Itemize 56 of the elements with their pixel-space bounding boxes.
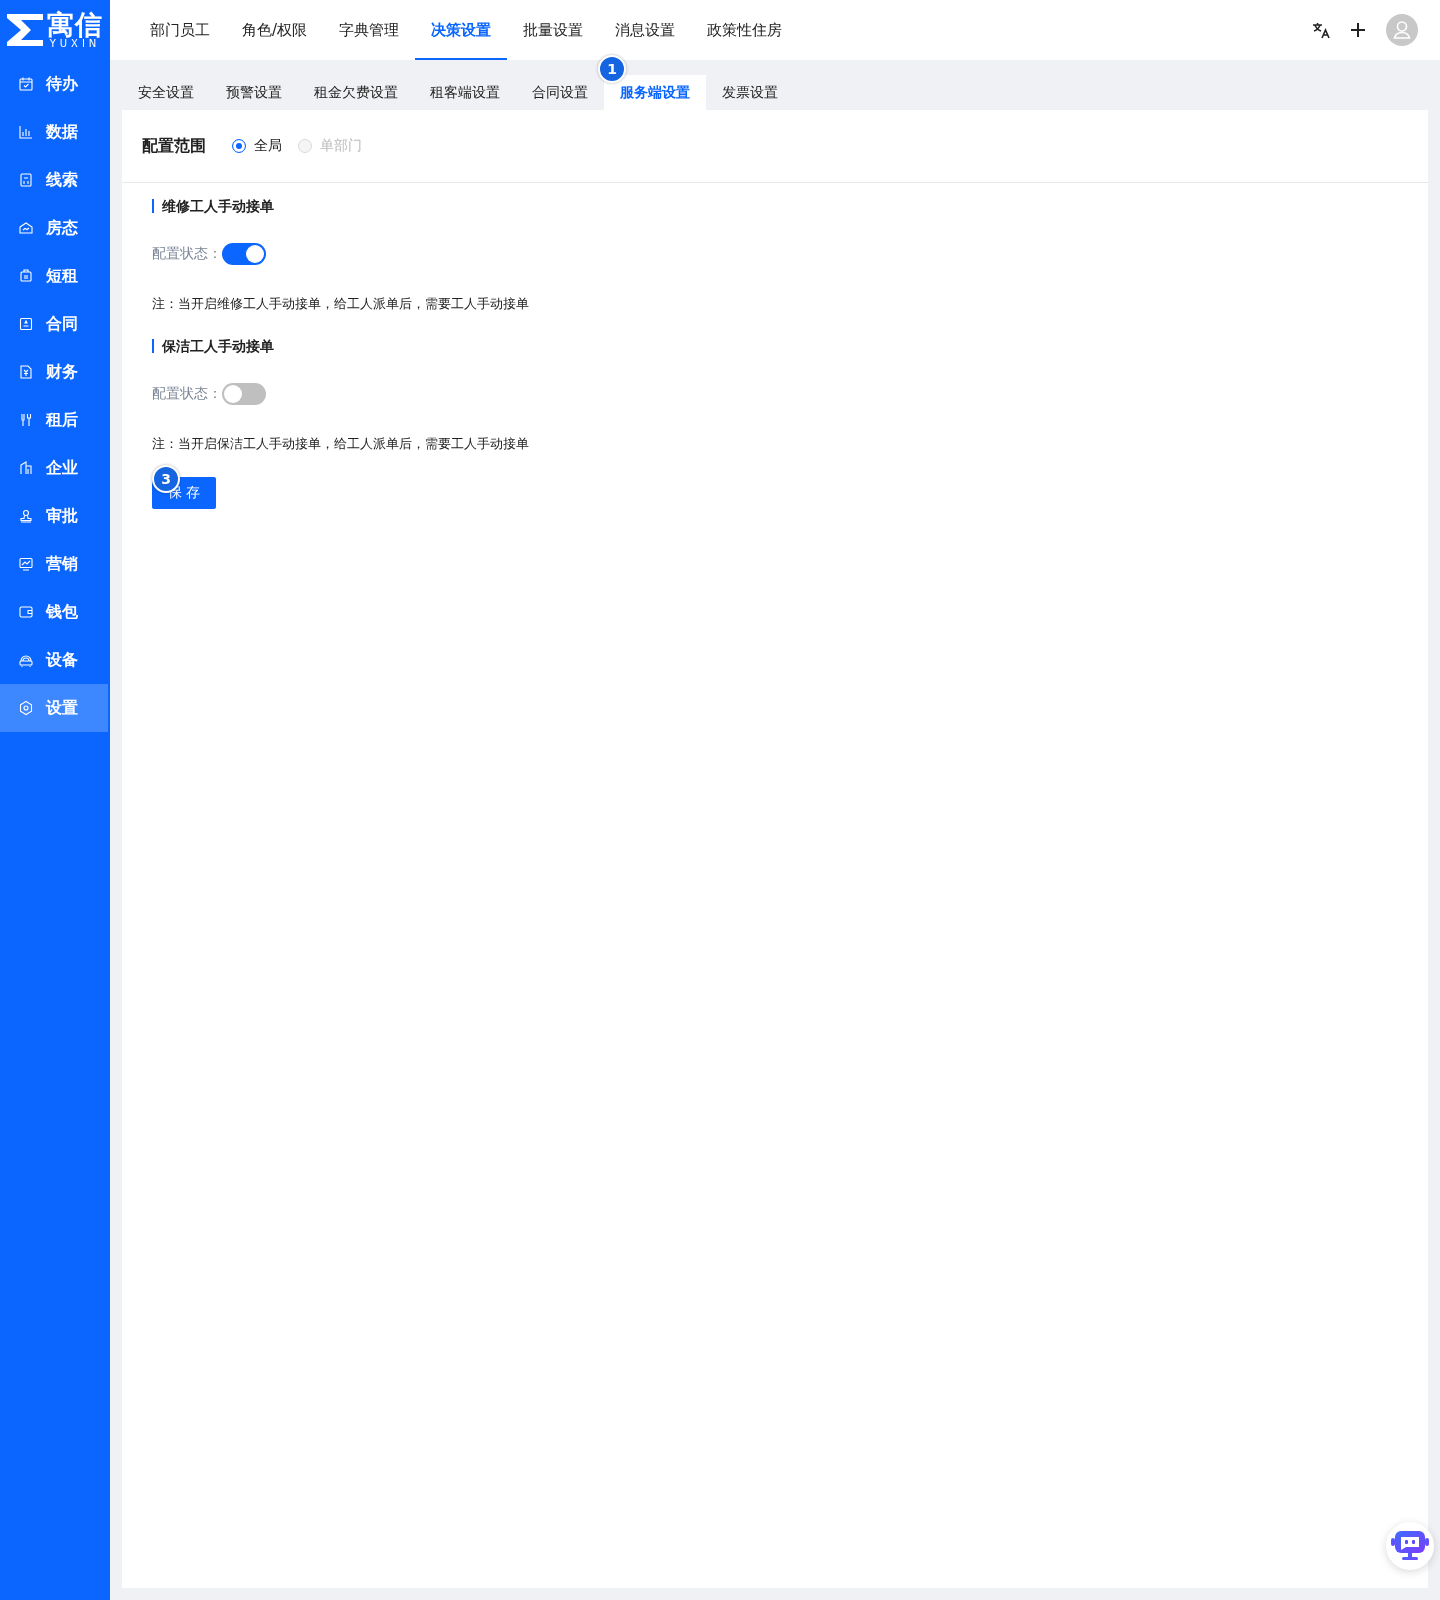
menu-item-icon <box>18 700 34 716</box>
menu-item-icon <box>18 604 34 620</box>
sidebar-item[interactable]: 租后 <box>0 396 110 444</box>
sidebar-item[interactable]: 待办 <box>0 60 110 108</box>
settings-tab[interactable]: 服务端设置 <box>604 75 706 110</box>
sidebar-item[interactable]: 财务 <box>0 348 110 396</box>
menu-item-icon <box>18 124 34 140</box>
logo-icon <box>7 12 43 48</box>
settings-tab[interactable]: 预警设置 <box>210 75 298 110</box>
note-text: 注：当开启维修工人手动接单，给工人派单后，需要工人手动接单 <box>152 295 530 313</box>
menu-item-icon <box>18 556 34 572</box>
settings-tab[interactable]: 租客端设置 <box>414 75 516 110</box>
menu-item-icon <box>18 220 34 236</box>
menu-item-icon <box>18 508 34 524</box>
menu-item-icon <box>18 268 34 284</box>
sidebar-item[interactable]: 短租 <box>0 252 110 300</box>
menu-item-icon <box>18 172 34 188</box>
nav-tab[interactable]: 部门员工 <box>134 2 226 60</box>
sidebar-item[interactable]: 设置 <box>0 684 108 732</box>
settings-tab[interactable]: 租金欠费设置 <box>298 75 414 110</box>
sidebar-item[interactable]: 钱包 <box>0 588 110 636</box>
menu-item-icon <box>18 364 34 380</box>
nav-tab[interactable]: 决策设置 <box>415 2 508 60</box>
sidebar-item[interactable]: 企业 <box>0 444 110 492</box>
note-text: 注：当开启保洁工人手动接单，给工人派单后，需要工人手动接单 <box>152 435 530 453</box>
menu-item-icon <box>18 76 34 92</box>
section-title: 维修工人手动接单 <box>152 199 1398 213</box>
settings-tab[interactable]: 发票设置 <box>706 75 794 110</box>
status-label: 配置状态： <box>152 245 222 263</box>
status-label: 配置状态： <box>152 385 222 403</box>
menu-item-icon <box>18 652 34 668</box>
nav-tab[interactable]: 角色/权限 <box>226 2 324 60</box>
sidebar-item[interactable]: 设备 <box>0 636 110 684</box>
nav-tab[interactable]: 批量设置 <box>507 2 600 60</box>
sidebar-item[interactable]: 房态 <box>0 204 110 252</box>
sidebar-item[interactable]: 审批 <box>0 492 110 540</box>
nav-tab[interactable]: 政策性住房 <box>691 2 799 60</box>
section-title: 保洁工人手动接单 <box>152 339 1398 353</box>
sidebar-item[interactable]: 合同 <box>0 300 110 348</box>
chatbot-icon[interactable] <box>1389 1529 1431 1563</box>
translate-icon[interactable] <box>1312 21 1330 39</box>
sidebar-item[interactable]: 营销 <box>0 540 110 588</box>
scope-label: 配置范围 <box>142 135 206 157</box>
menu-item-icon <box>18 316 34 332</box>
logo-name: 寓信 <box>47 11 103 38</box>
menu-item-icon <box>18 412 34 428</box>
logo-subtitle: YUXIN <box>49 39 101 49</box>
toggle-switch[interactable] <box>222 383 266 405</box>
menu-item-icon <box>18 460 34 476</box>
nav-tab[interactable]: 字典管理 <box>323 2 416 60</box>
toggle-switch[interactable] <box>222 243 266 265</box>
sidebar-item[interactable]: 数据 <box>0 108 110 156</box>
add-icon[interactable] <box>1350 22 1366 38</box>
settings-tab[interactable]: 安全设置 <box>122 75 210 110</box>
scope-radio[interactable]: 全局 <box>232 137 282 155</box>
sidebar-item[interactable]: 线索 <box>0 156 110 204</box>
